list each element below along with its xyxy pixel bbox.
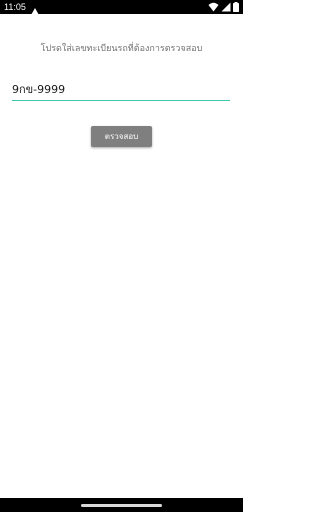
app-screen: 11:05 โปรดใส่เลขทะเบียนรถที่ต้องการตรวจส… xyxy=(0,0,243,512)
alert-triangle-icon xyxy=(30,2,40,16)
license-plate-value[interactable]: 9กข-9999 xyxy=(12,82,65,98)
navigation-bar xyxy=(0,498,243,512)
license-plate-input[interactable]: 9กข-9999 xyxy=(12,80,230,101)
check-button[interactable]: ตรวจสอบ xyxy=(91,126,152,147)
home-indicator[interactable] xyxy=(81,504,162,507)
cellular-signal-icon xyxy=(221,2,231,12)
wifi-icon xyxy=(208,2,219,12)
instruction-text: โปรดใส่เลขทะเบียนรถที่ต้องการตรวจสอบ xyxy=(40,44,203,54)
battery-icon xyxy=(233,2,239,12)
status-time: 11:05 xyxy=(4,2,26,12)
status-bar: 11:05 xyxy=(0,0,243,16)
status-icons xyxy=(208,2,239,12)
